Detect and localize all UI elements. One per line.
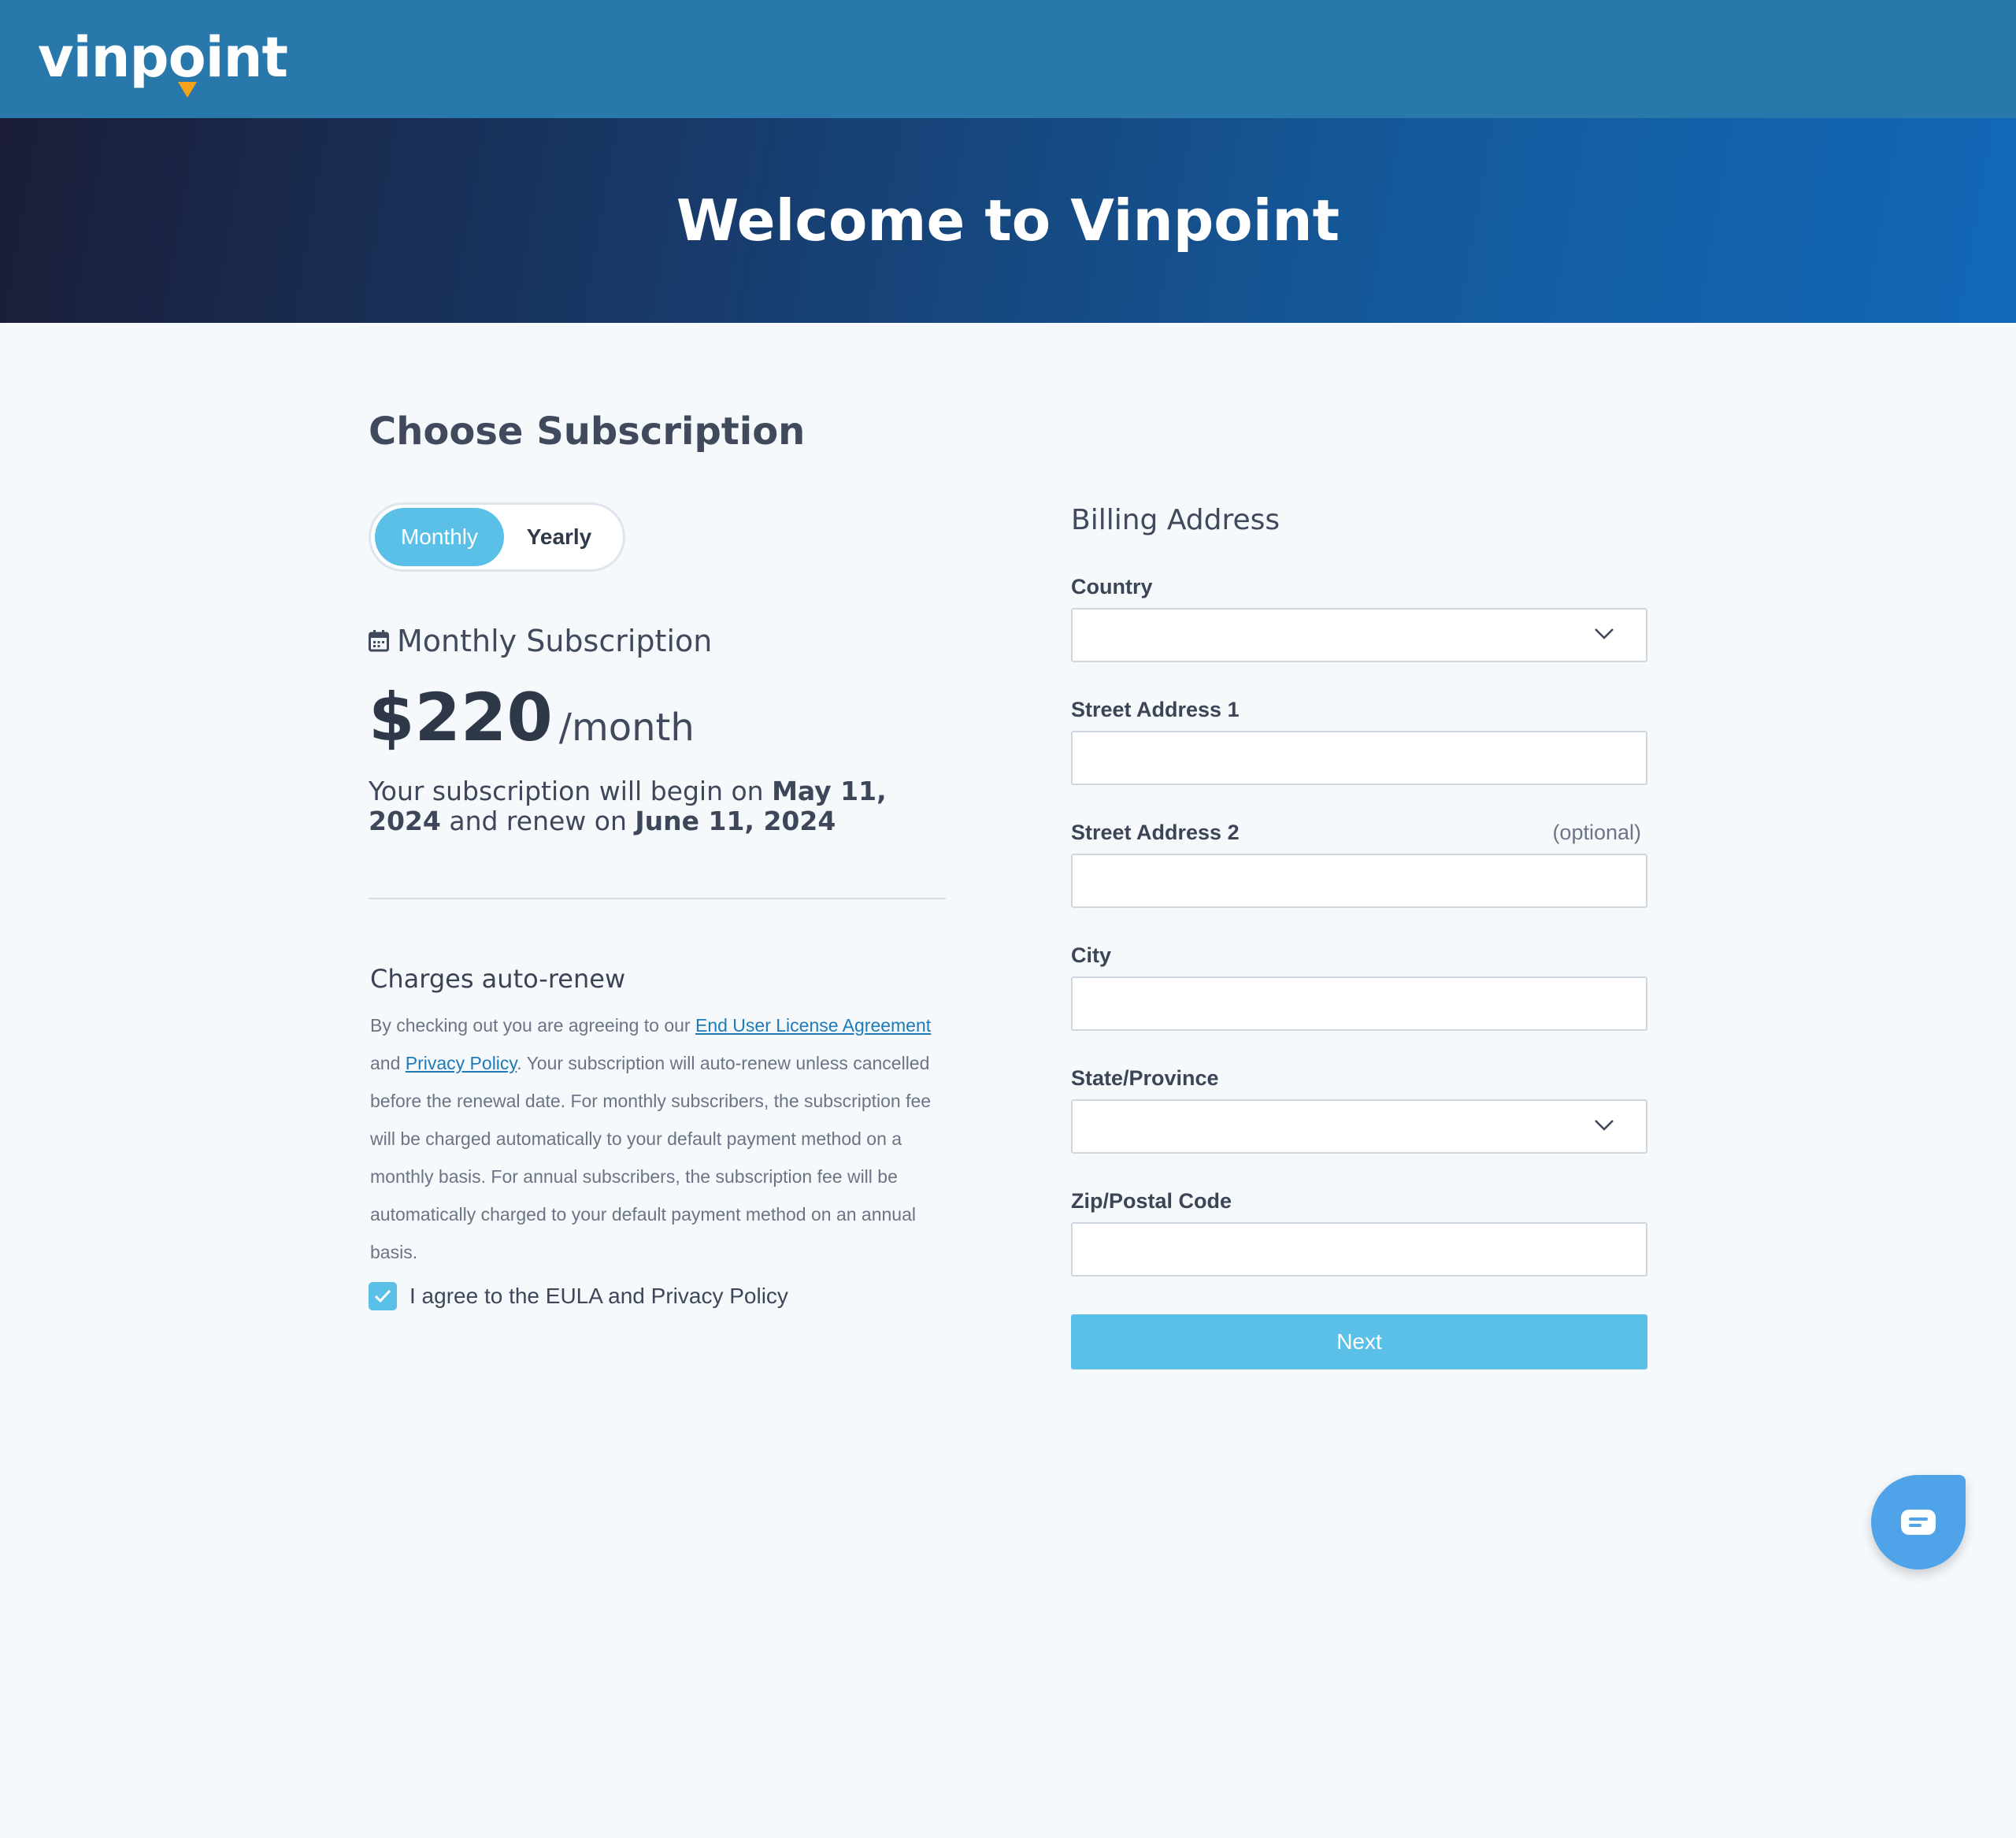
chevron-down-icon — [1595, 1120, 1614, 1131]
street-address-1-field: Street Address 1 — [1071, 691, 1647, 785]
welcome-banner: Welcome to Vinpoint — [0, 118, 2016, 323]
state-province-select[interactable] — [1071, 1099, 1647, 1154]
street-address-2-input[interactable] — [1071, 854, 1647, 908]
renew-date: June 11, 2024 — [635, 806, 836, 836]
optional-tag: (optional) — [1552, 821, 1641, 844]
calendar-icon — [369, 630, 389, 652]
welcome-title: Welcome to Vinpoint — [676, 187, 1340, 254]
state-province-field: State/Province — [1071, 1059, 1647, 1154]
next-button[interactable]: Next — [1071, 1314, 1647, 1369]
street-address-2-label: Street Address 2 — [1071, 821, 1240, 844]
price-amount: $220 — [369, 679, 553, 756]
country-label: Country — [1071, 575, 1153, 598]
chat-button[interactable] — [1871, 1475, 1966, 1569]
country-select[interactable] — [1071, 608, 1647, 662]
price: $220 /month — [369, 679, 946, 756]
billing-period-toggle: Monthly Yearly — [369, 502, 625, 572]
city-input[interactable] — [1071, 976, 1647, 1031]
agree-row: I agree to the EULA and Privacy Policy — [369, 1282, 946, 1310]
chat-bubble-icon — [1901, 1510, 1936, 1535]
toggle-yearly[interactable]: Yearly — [504, 508, 614, 566]
zip-postal-code-input[interactable] — [1071, 1222, 1647, 1277]
billing-address-title: Billing Address — [1071, 504, 1280, 536]
country-field: Country — [1071, 568, 1647, 662]
logo-pin-mark: o — [169, 22, 206, 98]
billing-address-form: Billing Address Country Street Address 1… — [1071, 504, 1647, 1369]
check-icon — [374, 1289, 391, 1303]
choose-subscription-title: Choose Subscription — [369, 409, 806, 454]
city-field: City — [1071, 936, 1647, 1031]
agree-label: I agree to the EULA and Privacy Policy — [410, 1284, 788, 1308]
zip-postal-code-label: Zip/Postal Code — [1071, 1189, 1232, 1213]
plan-title: Monthly Subscription — [369, 624, 946, 658]
legal-text: By checking out you are agreeing to our … — [370, 1015, 932, 1262]
agree-checkbox[interactable] — [369, 1282, 397, 1310]
city-label: City — [1071, 943, 1112, 967]
plan-title-text: Monthly Subscription — [397, 624, 713, 658]
price-period: /month — [558, 706, 695, 750]
state-province-label: State/Province — [1071, 1066, 1219, 1090]
street-address-1-input[interactable] — [1071, 731, 1647, 785]
toggle-monthly[interactable]: Monthly — [375, 508, 504, 566]
privacy-policy-link[interactable]: Privacy Policy — [406, 1053, 517, 1073]
charges-title: Charges auto-renew — [370, 964, 626, 994]
vinpoint-logo[interactable]: vinp o int — [38, 22, 288, 98]
eula-link[interactable]: End User License Agreement — [695, 1015, 931, 1036]
chevron-down-icon — [1595, 628, 1614, 639]
subscription-dates: Your subscription will begin on May 11, … — [369, 776, 887, 836]
divider — [369, 898, 946, 899]
zip-postal-code-field: Zip/Postal Code — [1071, 1182, 1647, 1277]
street-address-1-label: Street Address 1 — [1071, 698, 1240, 721]
top-bar: vinp o int — [0, 0, 2016, 118]
subscription-panel: Choose Subscription Monthly Yearly Month… — [369, 409, 946, 1310]
street-address-2-field: Street Address 2 (optional) — [1071, 813, 1647, 908]
